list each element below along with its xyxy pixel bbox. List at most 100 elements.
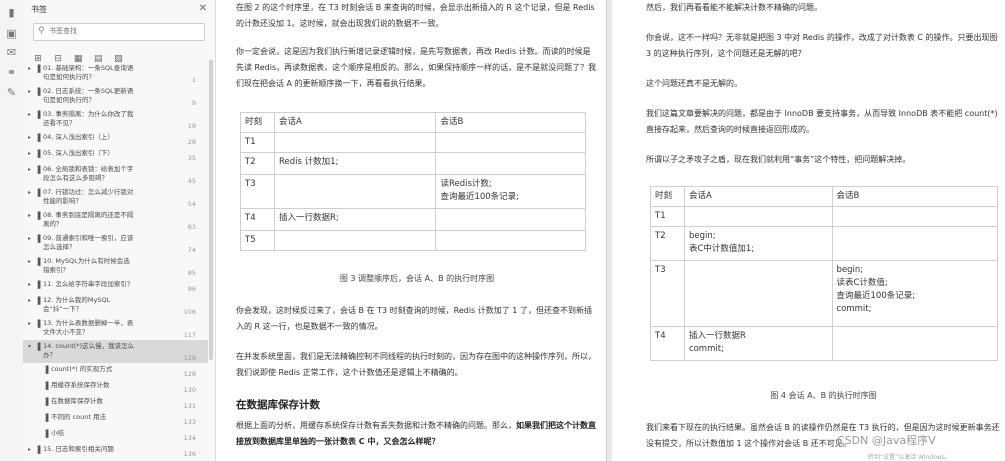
comment-icon[interactable]: ✉ [5,46,18,59]
bookmark-item[interactable]: ▸ ▐ 11. 怎么给字符串字段加索引？ 96 [23,278,208,294]
bookmark-icon: ▐ [35,343,41,351]
bookmark-label: 03. 事务隔离：为什么你改了我还看不见？ [43,110,134,127]
chevron-right-icon[interactable]: ▸ [28,110,31,120]
bookmark-label: 在数据库保存计数 [51,397,103,405]
bookmark-icon: ▐ [35,134,41,142]
bookmark-item[interactable]: ▸ ▐ 07. 行锁功过：怎么减少行锁对性能的影响？ 54 [23,186,208,209]
bookmark-item[interactable]: ▸ ▐ 12. 为什么我的MySQL会“抖”一下？ 106 [23,294,208,317]
bookmark-item[interactable]: ▸ ▐ 02. 日志系统：一条SQL更新语句是如何执行的？ 9 [23,85,208,108]
table-header-cell: 时刻 [240,112,275,133]
bookmark-icon: ▐ [35,65,41,73]
bookmark-item[interactable]: ▾ ▐ 14. count(*)这么慢，我该怎么办？ 128 [23,340,208,363]
table-row: T4 插入一行数据R commit; [650,326,998,361]
table-cell: begin; 表C中计数值加1; [683,226,833,261]
search-icon: ⚲ [38,26,45,36]
bookmark-item[interactable]: ▸ ▐ 05. 深入浅出索引（下） 35 [23,147,208,163]
chevron-right-icon[interactable]: ▸ [28,211,31,221]
chevron-right-icon[interactable]: ▸ [28,234,31,244]
table-cell: T2 [240,152,275,175]
chevron-right-icon[interactable]: ▸ [28,64,31,74]
chevron-right-icon[interactable]: ▸ [28,296,31,306]
bookmark-page-number: 106 [183,308,196,316]
chevron-right-icon[interactable]: ▸ [28,257,31,267]
bookmark-icon: ▐ [43,430,49,438]
chevron-right-icon[interactable]: ▸ [28,149,31,159]
bookmark-item[interactable]: ▸ ▐ 09. 普通索引和唯一索引，应该怎么选择？ 74 [23,232,208,255]
chevron-right-icon[interactable]: ▸ [28,319,31,329]
paragraph: 你会发现，这时候反过来了，会话 B 在 T3 时刻查询的时候，Redis 计数加… [236,306,592,331]
paragraph: 在并发系统里面，我们是无法精确控制不同线程的执行时刻的，因为存在图中的这种操作序… [236,352,596,377]
bookmark-panel-header: 书签 ✕ [23,0,215,20]
bookmark-subitem[interactable]: ▐ 小结 134 [23,427,208,443]
bookmark-subitem[interactable]: ▐ 不同的 count 用法 133 [23,411,208,427]
table-row: T1 [650,206,998,227]
table-cell [435,208,586,231]
chevron-right-icon[interactable]: ▸ [28,188,31,198]
paragraph: 根据上面的分析，用缓存系统保存计数有丢失数据和计数不精确的问题。那么，如果我们把… [236,418,598,450]
table-header-cell: 会话A [273,112,437,133]
bookmark-page-number: 54 [187,200,196,208]
close-icon[interactable]: ✕ [199,3,207,14]
table-row: T4 插入一行数据R; [240,208,586,231]
bookmark-page-number: 1 [191,76,196,84]
bookmark-page-number: 45 [187,177,196,185]
bookmark-icon: ▐ [35,320,41,328]
table-cell [273,230,437,251]
bookmark-search-input[interactable] [49,25,199,37]
bookmark-item[interactable]: ▸ ▐ 04. 深入浅出索引（上） 28 [23,131,208,147]
paragraph: 我们这篇文章要解决的问题，都是由于 InnoDB 要支持事务，从而导致 Inno… [646,109,998,134]
paragraph: 这个问题还真不是无解的。 [646,79,742,88]
sidebar-scrollbar[interactable] [209,60,213,360]
table-row: T3 读Redis计数; 查询最近100条记录; [240,174,586,209]
bookmark-panel: 书签 ✕ ⚲ ⊞ ⊟ ▦ ▤ ▧ ▸▐01. 基础架构：一条SQL查询语句是如何… [23,0,216,461]
bookmark-item[interactable]: ▸ ▐ 10. MySQL为什么有时候会选错索引？ 85 [23,255,208,278]
bookmark-page-number: 85 [187,269,196,277]
bookmark-item[interactable]: ▸ ▐ 08. 事务到底是隔离的还是不隔离的？ 63 [23,209,208,232]
bookmark-item[interactable]: ▸ ▐ 01. 基础架构：一条SQL查询语句是如何执行的？ 1 [23,62,208,85]
paragraph: 所谓以子之矛攻子之盾，现在我们就利用“事务”这个特性，把问题解决掉。 [646,155,911,164]
bookmark-page-number: 128 [183,354,196,362]
table-cell [435,132,586,153]
section-heading: 在数据库保存计数 [236,399,320,411]
sequence-table: 时刻 会话A 会话B T1 T2 begin; 表C中计数值加1; T3 begin; 读表C… [650,186,998,361]
windows-activation-notice: 转到“设置”以激活 Windows。 [868,454,951,461]
chevron-down-icon[interactable]: ▾ [28,342,31,352]
bookmark-label: 小结 [51,429,64,437]
chevron-right-icon[interactable]: ▸ [28,165,31,175]
chevron-right-icon[interactable]: ▸ [28,445,31,455]
thumbnail-icon[interactable]: ▣ [5,27,18,40]
bookmark-icon[interactable]: ▮ [5,6,18,19]
document-page-left: 在图 2 的这个时序里，在 T3 时刻会话 B 来查询的时候，会显示出新插入的 … [222,0,607,461]
table-cell [435,152,586,175]
table-cell [435,230,586,251]
bookmark-icon: ▐ [43,382,49,390]
bookmark-subitem[interactable]: ▐ 用缓存系统保存计数 130 [23,379,208,395]
bookmark-label: count(*) 的实现方式 [51,365,113,373]
signature-icon[interactable]: ✎ [5,86,18,99]
table-header-row: 时刻 会话A 会话B [240,112,586,133]
bookmark-item[interactable]: ▸ ▐ 06. 全局锁和表锁：给表加个字段怎么有这么多阻碍？ 45 [23,163,208,186]
chevron-right-icon[interactable]: ▸ [28,87,31,97]
bookmark-subitem[interactable]: ▐ 在数据库保存计数 131 [23,395,208,411]
bookmark-item[interactable]: ▸ ▐ 13. 为什么表数据删掉一半，表文件大小不变？ 117 [23,317,208,340]
bookmark-icon: ▐ [35,258,41,266]
bookmark-icon: ▐ [43,414,49,422]
attachment-icon[interactable]: ⚭ [5,66,18,79]
chevron-right-icon[interactable]: ▸ [28,280,31,290]
bookmark-subitem[interactable]: ▐ count(*) 的实现方式 128 [23,363,208,379]
bookmark-label: 12. 为什么我的MySQL会“抖”一下？ [43,296,111,313]
bookmark-page-number: 136 [183,450,196,458]
bookmark-item[interactable]: ▸ ▐ 03. 事务隔离：为什么你改了我还看不见？ 19 [23,108,208,131]
table-cell [831,206,998,227]
bookmark-panel-title: 书签 [31,5,47,14]
chevron-right-icon[interactable]: ▸ [28,133,31,143]
bookmark-label: 13. 为什么表数据删掉一半，表文件大小不变？ [43,319,134,336]
table-cell [683,206,833,227]
bookmark-item[interactable]: ▸ ▐ 15. 日志和索引相关问题 136 [23,443,208,459]
watermark: CSDN @Java程序V [837,434,936,447]
table-cell: 读Redis计数; 查询最近100条记录; [435,174,586,209]
bookmark-page-number: 74 [187,246,196,254]
bookmark-icon: ▐ [35,111,41,119]
bookmark-page-number: 63 [187,223,196,231]
table-cell: T2 [650,226,685,261]
